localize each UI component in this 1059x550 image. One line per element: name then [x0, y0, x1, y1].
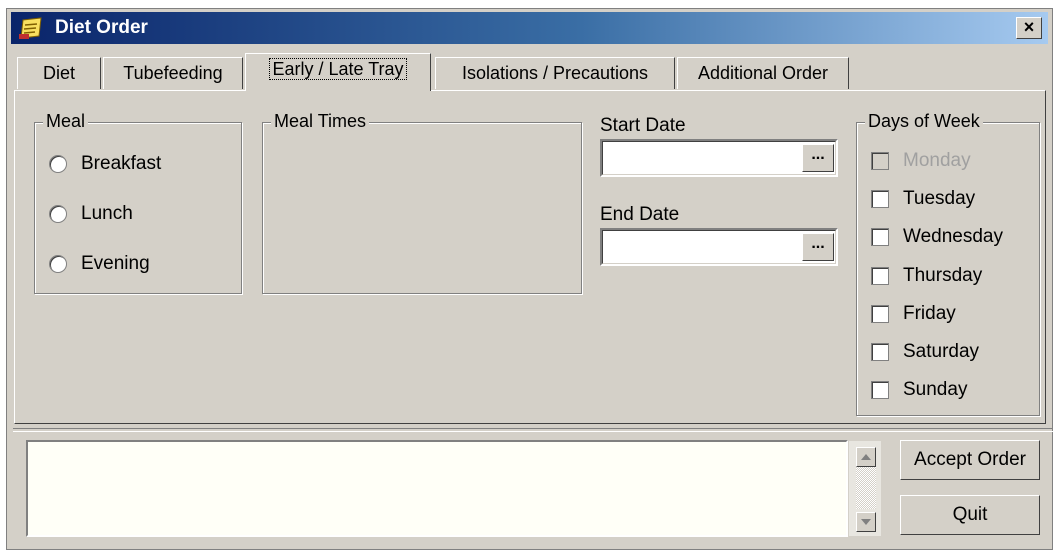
- checkbox-box: [871, 228, 889, 246]
- divider: [13, 428, 1053, 432]
- evening-label: Evening: [81, 253, 150, 274]
- radio-circle: [49, 205, 67, 223]
- tab-panel-early-late-tray: Meal Breakfast Lunch Evening Meal Times …: [14, 90, 1046, 424]
- lunch-label: Lunch: [81, 203, 133, 224]
- checkbox-box: [871, 343, 889, 361]
- notes-scrollbar[interactable]: [848, 440, 882, 537]
- checkbox-box: [871, 381, 889, 399]
- end-date-input[interactable]: [602, 230, 836, 264]
- title-bar[interactable]: Diet Order ×: [11, 12, 1048, 44]
- sunday-checkbox[interactable]: Sunday: [871, 379, 967, 401]
- checkbox-box: [871, 305, 889, 323]
- breakfast-radio[interactable]: Breakfast: [49, 153, 161, 175]
- accept-order-button[interactable]: Accept Order: [900, 440, 1040, 480]
- monday-label: Monday: [903, 150, 971, 171]
- days-of-week-legend: Days of Week: [865, 111, 983, 132]
- sunday-label: Sunday: [903, 379, 968, 400]
- meal-group: Meal Breakfast Lunch Evening: [34, 111, 242, 294]
- thursday-label: Thursday: [903, 265, 983, 286]
- tab-early-late-tray-label: Early / Late Tray: [269, 58, 407, 80]
- scroll-track[interactable]: [856, 467, 876, 509]
- tab-early-late-tray[interactable]: Early / Late Tray: [245, 53, 431, 91]
- tab-tubefeeding[interactable]: Tubefeeding: [103, 57, 243, 89]
- saturday-checkbox[interactable]: Saturday: [871, 341, 979, 363]
- saturday-label: Saturday: [903, 341, 980, 362]
- wednesday-checkbox[interactable]: Wednesday: [871, 226, 1003, 248]
- friday-checkbox[interactable]: Friday: [871, 303, 956, 325]
- meal-times-group: Meal Times: [262, 111, 582, 294]
- checkbox-box: [871, 267, 889, 285]
- scroll-up-button[interactable]: [856, 447, 876, 467]
- radio-circle: [49, 255, 67, 273]
- arrow-down-icon: [861, 519, 871, 525]
- meal-times-legend: Meal Times: [271, 111, 370, 132]
- end-date-field[interactable]: ...: [600, 228, 838, 266]
- thursday-checkbox[interactable]: Thursday: [871, 265, 982, 287]
- tuesday-label: Tuesday: [903, 188, 976, 209]
- start-date-picker-button[interactable]: ...: [802, 144, 834, 172]
- start-date-label: Start Date: [600, 115, 686, 136]
- start-date-input[interactable]: [602, 141, 836, 175]
- lunch-radio[interactable]: Lunch: [49, 203, 133, 225]
- checkbox-box: [871, 152, 889, 170]
- meal-legend: Meal: [43, 111, 89, 132]
- checkbox-box: [871, 190, 889, 208]
- tuesday-checkbox[interactable]: Tuesday: [871, 188, 975, 210]
- tab-additional-order-label: Additional Order: [697, 63, 829, 83]
- tab-isolations-precautions[interactable]: Isolations / Precautions: [435, 57, 675, 89]
- end-date-label: End Date: [600, 204, 680, 225]
- close-button[interactable]: ×: [1016, 17, 1042, 39]
- days-of-week-group: Days of Week Monday Tuesday Wednesday Th…: [856, 111, 1040, 416]
- monday-checkbox: Monday: [871, 150, 971, 172]
- radio-circle: [49, 155, 67, 173]
- tab-diet[interactable]: Diet: [17, 57, 101, 89]
- friday-label: Friday: [903, 303, 956, 324]
- scroll-down-button[interactable]: [856, 512, 876, 532]
- wednesday-label: Wednesday: [903, 226, 1003, 247]
- tab-additional-order[interactable]: Additional Order: [677, 57, 849, 89]
- arrow-up-icon: [861, 454, 871, 460]
- order-notes-textarea[interactable]: [26, 440, 848, 537]
- breakfast-label: Breakfast: [81, 153, 162, 174]
- start-date-field[interactable]: ...: [600, 139, 838, 177]
- tab-tubefeeding-label: Tubefeeding: [123, 63, 223, 83]
- evening-radio[interactable]: Evening: [49, 253, 150, 275]
- tab-isolations-precautions-label: Isolations / Precautions: [461, 63, 649, 83]
- window-title: Diet Order: [55, 17, 148, 38]
- tab-diet-label: Diet: [42, 63, 75, 83]
- quit-button[interactable]: Quit: [900, 495, 1040, 535]
- end-date-picker-button[interactable]: ...: [802, 233, 834, 261]
- notepad-icon: [19, 17, 42, 39]
